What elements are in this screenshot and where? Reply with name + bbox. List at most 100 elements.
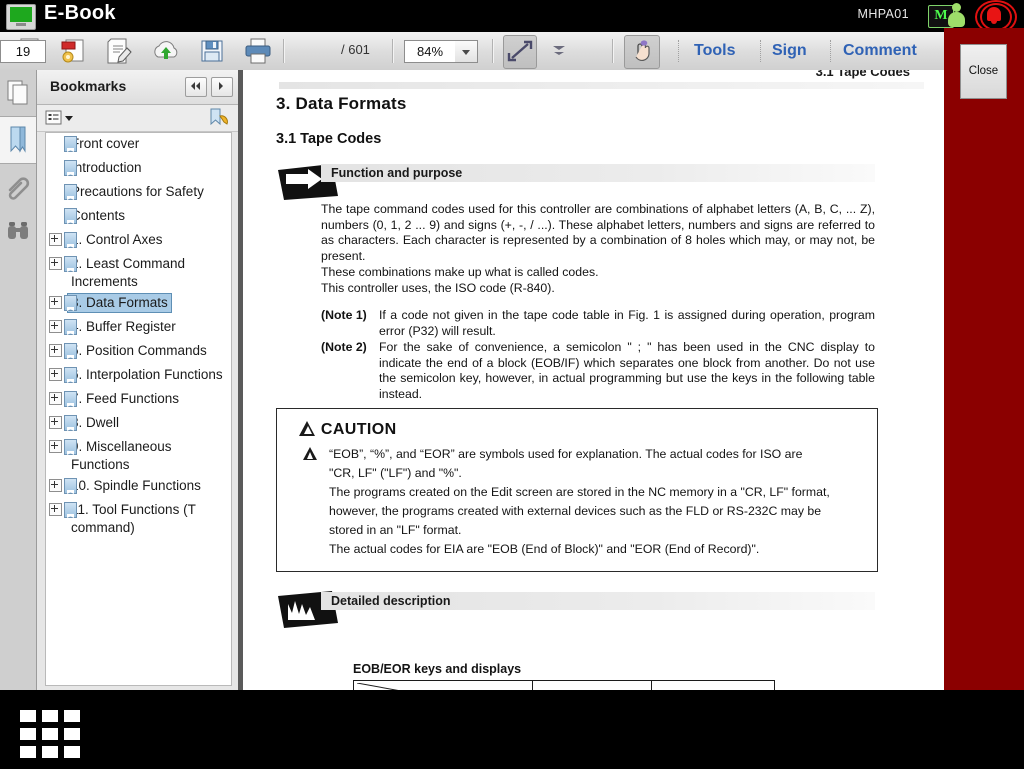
app-title: E-Book	[44, 2, 116, 25]
bookmark-page-icon	[64, 160, 77, 176]
bookmark-item[interactable]: 10. Spindle Functions	[46, 475, 231, 499]
expand-toggle-icon[interactable]	[49, 344, 62, 357]
monitor-icon	[6, 4, 36, 30]
save-icon[interactable]	[194, 35, 230, 67]
detailed-description-header: Detailed description	[321, 592, 875, 610]
bookmark-page-icon	[64, 439, 77, 455]
expand-toggle-icon[interactable]	[49, 257, 62, 270]
caution-line-3: The programs created on the Edit screen …	[329, 483, 861, 502]
zoom-value: 84%	[405, 41, 455, 62]
bookmark-page-icon	[64, 367, 77, 383]
table-cell-empty	[533, 681, 652, 690]
cloud-upload-icon[interactable]	[148, 35, 184, 67]
comment-button[interactable]: Comment	[843, 42, 917, 60]
note-row: (Note 2) For the sake of convenience, a …	[321, 340, 875, 402]
print-icon[interactable]	[240, 35, 276, 67]
more-tools-icon[interactable]	[545, 35, 573, 67]
expand-toggle-icon[interactable]	[49, 320, 62, 333]
notes-block: (Note 1) If a code not given in the tape…	[321, 308, 875, 404]
expand-toggle-icon[interactable]	[49, 233, 62, 246]
expand-toggle-icon[interactable]	[49, 479, 62, 492]
bookmark-options-icon[interactable]	[45, 109, 77, 132]
bookmark-label: 6. Interpolation Functions	[68, 366, 226, 384]
bookmark-item[interactable]: 5. Position Commands	[46, 340, 231, 364]
bookmark-item[interactable]: Precautions for Safety	[46, 181, 231, 205]
section-title: 3.1 Tape Codes	[276, 131, 381, 147]
bookmark-page-icon	[64, 136, 77, 152]
bookmark-item[interactable]: Front cover	[46, 133, 231, 157]
bookmark-page-icon	[64, 184, 77, 200]
bookmark-item[interactable]: Contents	[46, 205, 231, 229]
bookmark-label: Front cover	[68, 135, 142, 153]
note-row: (Note 1) If a code not given in the tape…	[321, 308, 875, 339]
bookmark-item-selected[interactable]: 3. Data Formats	[46, 292, 231, 316]
bookmarks-panel: Bookmarks	[37, 70, 239, 690]
bookmarks-list[interactable]: Front cover Introduction Precautions for…	[45, 132, 232, 686]
expand-toggle-icon[interactable]	[49, 296, 62, 309]
app-grid-icon[interactable]	[20, 710, 80, 758]
function-purpose-label: Function and purpose	[331, 166, 462, 180]
bookmark-page-icon	[64, 391, 77, 407]
bookmark-item[interactable]: 6. Interpolation Functions	[46, 364, 231, 388]
expand-panel-button[interactable]	[211, 77, 233, 97]
caution-line-2: "CR, LF" ("LF") and "%".	[329, 464, 861, 483]
page-thumbnails-icon[interactable]	[0, 70, 36, 116]
table-caption: EOB/EOR keys and displays	[353, 662, 521, 676]
warning-triangle-small-icon	[303, 447, 318, 460]
bookmark-item[interactable]: 7. Feed Functions	[46, 388, 231, 412]
caution-title: CAUTION	[321, 421, 397, 438]
bookmark-item[interactable]: 9. Miscellaneous Functions	[46, 436, 231, 475]
document-view[interactable]: 3.1 Tape Codes 3. Data Formats 3.1 Tape …	[243, 70, 944, 690]
caution-line-4: however, the programs created with exter…	[329, 502, 861, 521]
caution-body: “EOB”, “%”, and “EOR” are symbols used f…	[329, 445, 861, 559]
ebook-application-window: E-Book MHPA01 M	[0, 0, 1024, 769]
edit-pdf-icon[interactable]	[102, 35, 138, 67]
page-number-input[interactable]: 19	[0, 40, 46, 63]
bookmark-page-icon	[64, 319, 77, 335]
expand-toggle-icon[interactable]	[49, 503, 62, 516]
main-toolbar: 19 / 601 84%	[0, 32, 944, 71]
note-2-text: For the sake of convenience, a semicolon…	[379, 340, 875, 402]
create-pdf-icon[interactable]	[56, 35, 92, 67]
attachments-icon[interactable]	[0, 164, 36, 210]
bookmark-page-icon	[64, 208, 77, 224]
body-line-3: This controller uses, the ISO code (R-84…	[321, 281, 875, 297]
expand-toggle-icon[interactable]	[49, 440, 62, 453]
bookmarks-toolbar	[37, 105, 238, 132]
bookmark-item[interactable]: Introduction	[46, 157, 231, 181]
bookmark-item[interactable]: 4. Buffer Register	[46, 316, 231, 340]
sign-button[interactable]: Sign	[772, 42, 807, 60]
user-id-label: MHPA01	[858, 7, 910, 21]
bookmark-label: 4. Buffer Register	[68, 318, 179, 336]
close-button-label: Close	[961, 45, 1006, 98]
chevron-down-icon[interactable]	[455, 40, 478, 63]
tools-button[interactable]: Tools	[694, 42, 735, 60]
expand-toggle-icon[interactable]	[49, 368, 62, 381]
zoom-input[interactable]: 84%	[404, 40, 456, 63]
fit-page-icon[interactable]	[503, 35, 537, 69]
user-figure-icon	[947, 2, 967, 29]
page-total-label: / 601	[341, 42, 370, 57]
navigation-rail	[0, 70, 37, 690]
close-button[interactable]: Close	[960, 44, 1007, 99]
bookmark-item[interactable]: 1. Control Axes	[46, 229, 231, 253]
bookmark-label: 2. Least Command Increments	[68, 255, 227, 290]
bookmark-page-icon	[64, 343, 77, 359]
bookmarks-icon[interactable]	[0, 116, 36, 164]
bookmark-label: 11. Tool Functions (T command)	[68, 501, 227, 536]
expand-toggle-icon[interactable]	[49, 392, 62, 405]
collapse-panel-button[interactable]	[185, 77, 207, 97]
bookmark-item[interactable]: 2. Least Command Increments	[46, 253, 231, 292]
bookmark-item[interactable]: 8. Dwell	[46, 412, 231, 436]
detailed-description-label: Detailed description	[331, 594, 450, 608]
bookmark-page-icon	[64, 478, 77, 494]
bookmark-item[interactable]: 11. Tool Functions (T command)	[46, 499, 231, 538]
hand-tool-icon[interactable]	[624, 35, 660, 69]
eob-eor-table: Code used	[353, 680, 775, 690]
diagonal-divider-icon	[357, 683, 477, 690]
bookmark-page-icon	[64, 502, 77, 518]
search-binoculars-icon[interactable]	[0, 210, 36, 256]
new-bookmark-icon[interactable]	[209, 108, 229, 132]
note-1-label: (Note 1)	[321, 308, 379, 339]
expand-toggle-icon[interactable]	[49, 416, 62, 429]
